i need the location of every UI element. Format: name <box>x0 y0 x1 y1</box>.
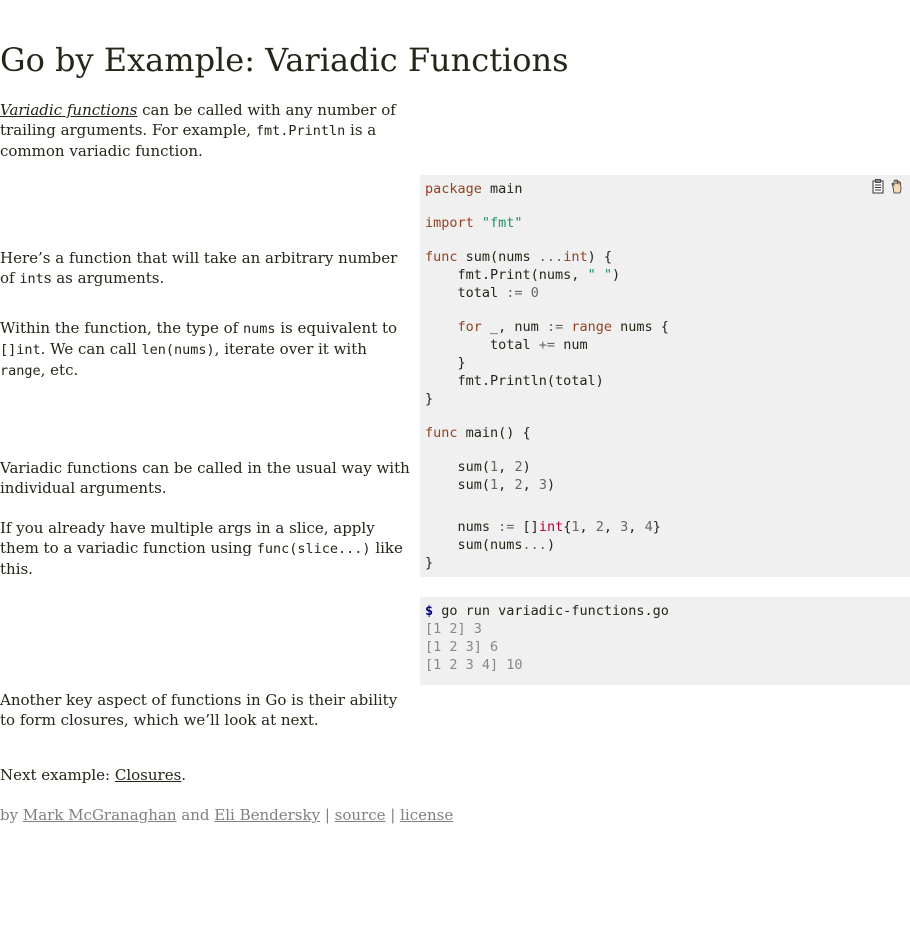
code-line: nums := []int{1, 2, 3, 4} <box>425 519 661 535</box>
code-block: package main import "fmt" func sum(nums … <box>420 175 910 577</box>
code-toolbar <box>871 179 904 194</box>
code-line: sum(nums...) <box>425 537 556 553</box>
code-line: package main <box>425 181 523 197</box>
run-icon[interactable] <box>890 179 904 194</box>
author-mark-link[interactable]: Mark McGranaghan <box>23 806 177 824</box>
footer: by Mark McGranaghan and Eli Bendersky | … <box>0 806 454 824</box>
code-line: fmt.Println(total) <box>425 373 604 389</box>
code-line: sum(1, 2, 3) <box>425 477 556 493</box>
terminal-output-line: [1 2 3] 6 <box>425 639 499 655</box>
next-example: Next example: Closures. <box>0 766 187 784</box>
code-line: } <box>425 555 434 571</box>
code-line: fmt.Print(nums, " ") <box>425 267 621 283</box>
code-line: total := 0 <box>425 285 539 301</box>
code-line: total += num <box>425 337 588 353</box>
terminal-command: $ go run variadic-functions.go <box>425 603 669 619</box>
code-line: func sum(nums ...int) { <box>425 249 612 265</box>
terminal-output-line: [1 2 3 4] 10 <box>425 657 523 673</box>
doc-usual-call: Variadic functions can be called in the … <box>0 459 410 497</box>
license-link[interactable]: license <box>400 806 453 824</box>
terminal-output-line: [1 2] 3 <box>425 621 482 637</box>
doc-slice-call: If you already have multiple args in a s… <box>0 519 403 578</box>
page-title: Go by Example: Variadic Functions <box>0 41 569 79</box>
intro-paragraph: Variadic functions can be called with an… <box>0 101 396 160</box>
code-line: func main() { <box>425 425 531 441</box>
doc-sum-function: Here’s a function that will take an arbi… <box>0 249 398 287</box>
code-line: } <box>425 355 466 371</box>
code-line: for _, num := range nums { <box>425 319 669 335</box>
code-line: } <box>425 391 434 407</box>
author-eli-link[interactable]: Eli Bendersky <box>214 806 320 824</box>
code-line: sum(1, 2) <box>425 459 531 475</box>
variadic-functions-link[interactable]: Variadic functions <box>0 101 137 119</box>
doc-nums-type: Within the function, the type of nums is… <box>0 319 398 379</box>
source-link[interactable]: source <box>335 806 386 824</box>
closures-link[interactable]: Closures <box>115 766 181 784</box>
terminal-output-block: $ go run variadic-functions.go [1 2] 3 [… <box>420 597 910 685</box>
copy-icon[interactable] <box>871 179 885 194</box>
code-line: import "fmt" <box>425 215 523 231</box>
doc-closures-note: Another key aspect of functions in Go is… <box>0 691 398 729</box>
